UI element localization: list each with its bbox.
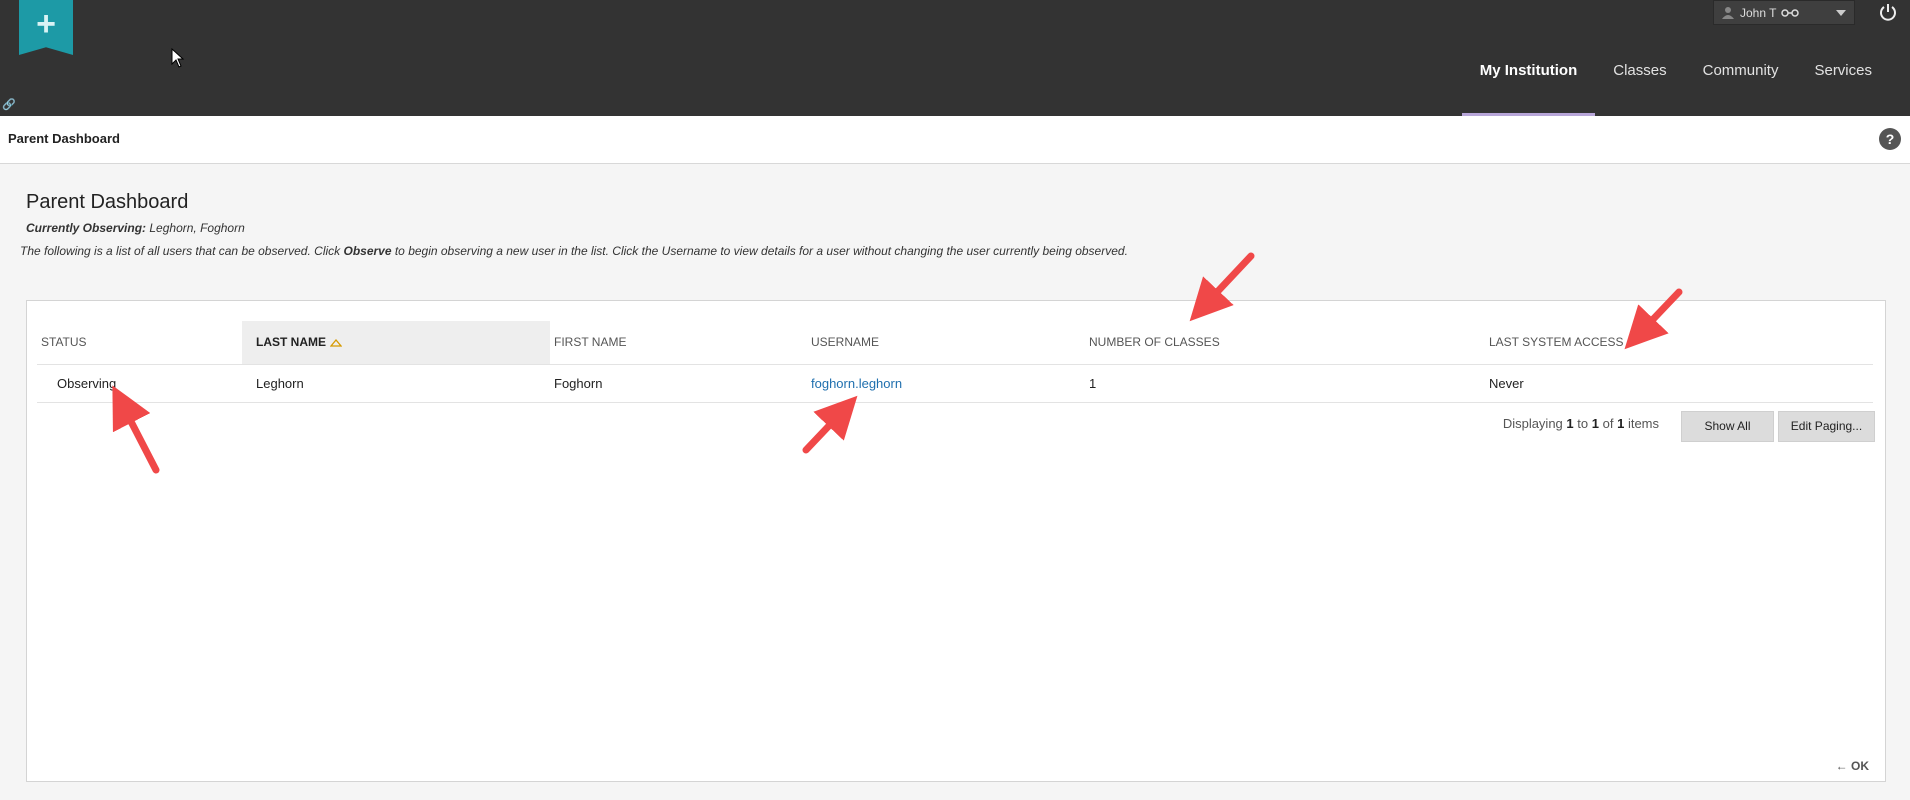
instructions-text: The following is a list of all users tha… xyxy=(20,244,1128,258)
sort-ascending-icon xyxy=(330,339,342,347)
paging-displaying: Displaying xyxy=(1502,416,1563,431)
person-icon xyxy=(1722,7,1734,19)
plus-icon: + xyxy=(36,5,56,43)
observable-users-table: STATUS LAST NAME FIRST NAME USERNAME NUM… xyxy=(37,321,1873,403)
mouse-cursor-icon xyxy=(171,48,185,68)
instructions-observe: Observe xyxy=(343,244,392,258)
last-access-cell: Never xyxy=(1485,364,1873,403)
observing-value: Leghorn, Foghorn xyxy=(149,221,245,235)
top-header: + 🔗 John T My Institution Classes Commun… xyxy=(0,0,1910,116)
paging-of-word: of xyxy=(1602,416,1614,431)
ok-button[interactable]: ← OK xyxy=(1836,759,1869,773)
tab-classes[interactable]: Classes xyxy=(1595,60,1684,116)
power-icon[interactable] xyxy=(1879,3,1897,21)
breadcrumb-current: Parent Dashboard xyxy=(8,131,120,146)
status-cell: Observing xyxy=(37,364,242,403)
username-link[interactable]: foghorn.leghorn xyxy=(811,376,902,391)
column-status[interactable]: STATUS xyxy=(37,321,242,365)
edit-paging-button[interactable]: Edit Paging... xyxy=(1778,411,1875,442)
paging-bar: Displaying 1 to 1 of 1 items Show All Ed… xyxy=(27,411,1875,442)
observing-label: Currently Observing: xyxy=(26,221,147,235)
institution-logo[interactable]: + xyxy=(19,0,73,55)
tab-my-institution[interactable]: My Institution xyxy=(1461,60,1596,116)
column-number-of-classes[interactable]: NUMBER OF CLASSES xyxy=(1085,321,1485,365)
last-name-cell: Leghorn xyxy=(242,364,550,403)
glasses-icon xyxy=(1781,8,1800,17)
page-title: Parent Dashboard xyxy=(26,191,189,213)
username-cell: foghorn.leghorn xyxy=(807,364,1085,403)
paging-total: 1 xyxy=(1617,416,1625,431)
table-row: Observing Leghorn Foghorn foghorn.leghor… xyxy=(37,364,1873,403)
column-last-name[interactable]: LAST NAME xyxy=(242,321,550,365)
column-first-name[interactable]: FIRST NAME xyxy=(550,321,807,365)
currently-observing: Currently Observing: Leghorn, Foghorn xyxy=(26,221,245,235)
column-username[interactable]: USERNAME xyxy=(807,321,1085,365)
user-menu[interactable]: John T xyxy=(1713,0,1855,25)
help-icon[interactable]: ? xyxy=(1879,128,1901,150)
instructions-part1: The following is a list of all users tha… xyxy=(20,244,344,258)
column-last-name-label: LAST NAME xyxy=(256,335,326,350)
column-last-system-access[interactable]: LAST SYSTEM ACCESS xyxy=(1485,321,1873,365)
link-icon[interactable]: 🔗 xyxy=(2,98,16,111)
classes-cell: 1 xyxy=(1085,364,1485,403)
paging-to: 1 xyxy=(1591,416,1599,431)
tab-community[interactable]: Community xyxy=(1685,60,1797,116)
paging-summary: Displaying 1 to 1 of 1 items xyxy=(1503,416,1659,431)
tab-services[interactable]: Services xyxy=(1796,60,1890,116)
chevron-down-icon xyxy=(1836,10,1846,16)
first-name-cell: Foghorn xyxy=(550,364,807,403)
main-navigation: My Institution Classes Community Service… xyxy=(1461,60,1890,116)
breadcrumb: Parent Dashboard ? xyxy=(0,116,1910,164)
show-all-button[interactable]: Show All xyxy=(1681,411,1774,442)
user-name: John T xyxy=(1740,5,1777,20)
paging-items-word: items xyxy=(1627,416,1659,431)
table-header-row: STATUS LAST NAME FIRST NAME USERNAME NUM… xyxy=(37,321,1873,365)
users-panel: STATUS LAST NAME FIRST NAME USERNAME NUM… xyxy=(26,300,1886,782)
arrow-to-number-of-classes xyxy=(1189,252,1255,322)
instructions-part2: to begin observing a new user in the lis… xyxy=(391,244,1128,258)
paging-from: 1 xyxy=(1566,416,1574,431)
paging-to-word: to xyxy=(1577,416,1589,431)
